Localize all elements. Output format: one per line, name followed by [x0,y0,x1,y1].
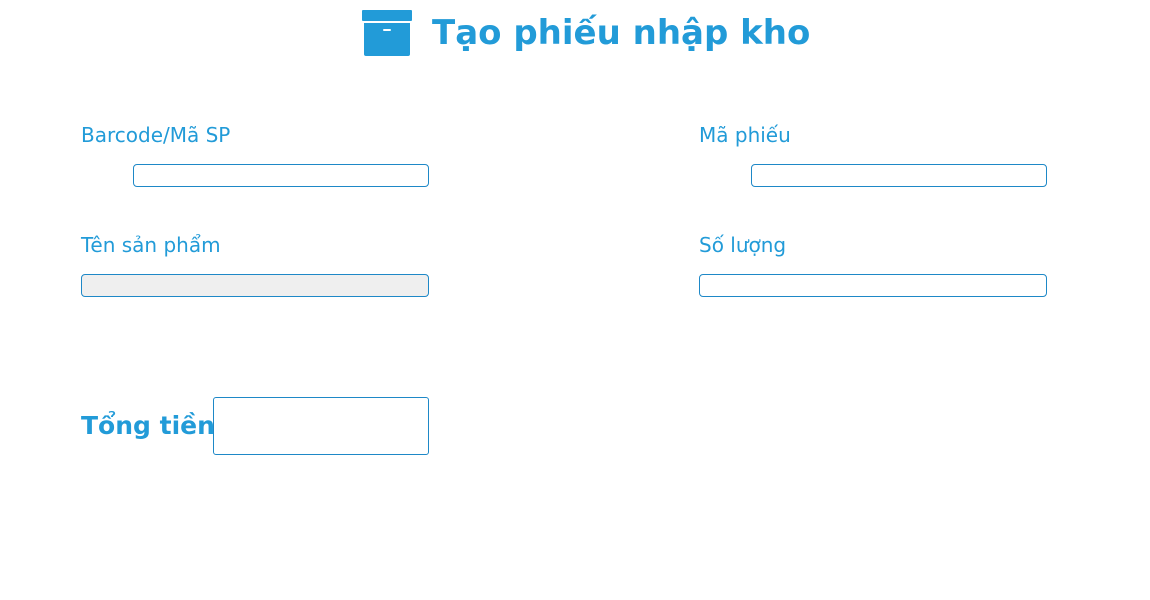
quantity-input[interactable] [699,274,1047,297]
archive-box-icon [362,10,412,56]
receipt-code-label: Mã phiếu [699,123,791,147]
product-name-input [81,274,429,297]
receipt-code-input[interactable] [751,164,1047,187]
box-lid [362,10,412,21]
product-name-label: Tên sản phẩm [81,233,221,257]
quantity-label: Số lượng [699,233,787,257]
box-body [364,23,410,56]
barcode-input[interactable] [133,164,429,187]
barcode-label: Barcode/Mã SP [81,123,231,147]
box-handle [383,29,391,31]
page-header: Tạo phiếu nhập kho [0,8,1150,58]
page-title: Tạo phiếu nhập kho [432,13,811,53]
receipt-form-page: Tạo phiếu nhập kho Barcode/Mã SP Mã phiế… [0,0,1150,600]
total-amount-input[interactable] [213,397,429,455]
total-label: Tổng tiền [81,411,215,440]
